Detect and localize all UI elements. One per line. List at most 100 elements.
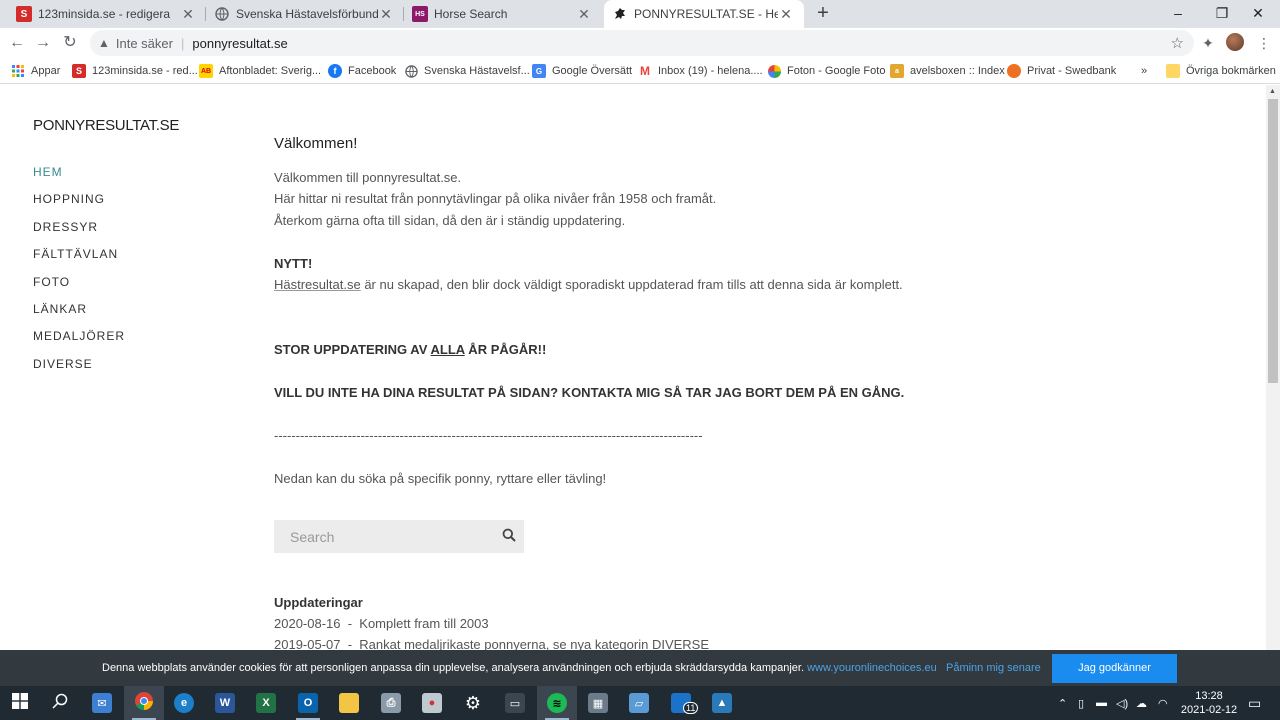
folder-icon: [1166, 64, 1180, 78]
bookmark-star-icon[interactable]: ☆: [1171, 34, 1184, 52]
cloud-icon[interactable]: ☁: [1136, 686, 1147, 720]
bookmark-123minsida[interactable]: S 123minsida.se - red...: [72, 62, 198, 80]
app-icon: ▱: [629, 693, 649, 713]
taskbar-spotify[interactable]: ≋: [537, 686, 577, 720]
volume-icon[interactable]: ◁): [1116, 686, 1128, 720]
tray-chevron-up-icon[interactable]: ⌃: [1058, 686, 1067, 720]
battery-icon[interactable]: ▬: [1096, 686, 1107, 720]
bookmark-google-photos[interactable]: Foton - Google Foto: [767, 62, 885, 80]
close-tab-icon[interactable]: ✕: [180, 6, 196, 23]
spotify-icon: ≋: [547, 693, 567, 713]
hastresultat-link[interactable]: Hästresultat.se: [274, 277, 361, 292]
taskbar-file-explorer[interactable]: [329, 686, 369, 720]
scroll-up-arrow-icon[interactable]: ▲: [1269, 88, 1276, 95]
nav-item-foto[interactable]: FOTO: [33, 275, 125, 302]
nav-item-falttavlan[interactable]: FÄLTTÄVLAN: [33, 247, 125, 274]
bookmark-label: Facebook: [348, 65, 397, 77]
taskbar-calculator[interactable]: ▦: [578, 686, 618, 720]
address-bar[interactable]: ▲ Inte säker | ponnyresultat.se ☆: [90, 30, 1194, 56]
search-prompt: Nedan kan du söka på specifik ponny, ryt…: [274, 470, 607, 486]
bookmark-appar[interactable]: Appar: [11, 62, 60, 80]
tab-title: 123minsida.se - redigera: [38, 7, 171, 21]
printer-icon: ⎙: [381, 693, 401, 713]
photos-icon: [767, 64, 781, 78]
nav-item-hoppning[interactable]: HOPPNING: [33, 192, 125, 219]
paint-palette-icon: ●: [422, 693, 442, 713]
taskbar-search-button[interactable]: [40, 686, 80, 720]
tray-tablet-icon[interactable]: ▯: [1078, 686, 1084, 720]
site-logo[interactable]: PONNYRESULTAT.SE: [33, 117, 179, 134]
nav-item-diverse[interactable]: DIVERSE: [33, 357, 125, 384]
taskbar-mail-app[interactable]: 11: [661, 686, 701, 720]
avelsboxen-icon: a: [890, 64, 904, 78]
menu-kebab-icon[interactable]: ⋮: [1254, 33, 1274, 53]
warning-triangle-icon[interactable]: ▲: [98, 36, 110, 50]
back-arrow-icon[interactable]: ←: [6, 32, 28, 54]
accept-cookies-button[interactable]: Jag godkänner: [1052, 654, 1177, 683]
tab-horse-search[interactable]: HS Horse Search ✕: [404, 0, 602, 28]
bookmark-gmail[interactable]: M Inbox (19) - helena....: [638, 62, 763, 80]
wifi-icon[interactable]: ◠: [1158, 686, 1168, 720]
new-tab-button[interactable]: +: [812, 2, 834, 24]
notification-center-icon[interactable]: ▭: [1248, 686, 1261, 720]
bookmark-swedbank[interactable]: Privat - Swedbank: [1007, 62, 1116, 80]
search-input[interactable]: [274, 520, 484, 553]
taskbar-mail[interactable]: ✉: [82, 686, 122, 720]
close-tab-icon[interactable]: ✕: [378, 6, 394, 23]
close-window-button[interactable]: ✕: [1236, 0, 1280, 28]
youronlinechoices-link[interactable]: www.youronlinechoices.eu: [807, 662, 937, 674]
remind-later-button[interactable]: Påminn mig senare: [946, 662, 1041, 674]
bookmarks-overflow-button[interactable]: »: [1141, 62, 1147, 80]
taskbar-app2[interactable]: ▱: [619, 686, 659, 720]
profile-avatar[interactable]: [1226, 33, 1244, 51]
forward-arrow-icon[interactable]: →: [32, 32, 54, 54]
tab-svenska-hastavel[interactable]: Svenska Hästavelsförbundets web ✕: [206, 0, 404, 28]
bookmark-facebook[interactable]: f Facebook: [328, 62, 396, 80]
tab-123minsida[interactable]: S 123minsida.se - redigera ✕: [8, 0, 206, 28]
clock-time: 13:28: [1195, 690, 1223, 702]
taskbar-word[interactable]: W: [205, 686, 245, 720]
url-text[interactable]: ponnyresultat.se: [192, 36, 287, 51]
start-button[interactable]: [0, 686, 40, 720]
news-heading: NYTT!: [274, 255, 313, 271]
taskbar-excel[interactable]: X: [246, 686, 286, 720]
nav-item-medaljorer[interactable]: MEDALJÖRER: [33, 329, 125, 356]
close-tab-icon[interactable]: ✕: [778, 6, 794, 23]
close-tab-icon[interactable]: ✕: [576, 6, 592, 23]
reload-icon[interactable]: ↻: [59, 32, 81, 54]
taskbar-clock[interactable]: 13:28 2021-02-12: [1178, 689, 1240, 717]
search-icon[interactable]: [502, 528, 518, 544]
intro-line: Välkommen till ponnyresultat.se.: [274, 169, 462, 185]
bookmark-google-translate[interactable]: G Google Översätt: [532, 62, 632, 80]
list-item: 2019-05-07 - Rankat medaljrikaste ponnye…: [274, 637, 710, 650]
extensions-puzzle-icon[interactable]: ✦: [1198, 33, 1218, 53]
scrollbar-thumb[interactable]: [1268, 99, 1278, 383]
nav-item-hem[interactable]: HEM: [33, 165, 125, 192]
taskbar-paint[interactable]: ●: [412, 686, 452, 720]
taskbar-settings[interactable]: ⚙: [453, 686, 493, 720]
nav-item-lankar[interactable]: LÄNKAR: [33, 302, 125, 329]
taskbar-app[interactable]: ▭: [495, 686, 535, 720]
page-scrollbar[interactable]: ▲: [1266, 85, 1280, 685]
big-update-link[interactable]: ALLA: [431, 342, 465, 357]
bookmark-avelsboxen[interactable]: a avelsboxen :: Index: [890, 62, 1005, 80]
intro-line: Återkom gärna ofta till sidan, då den är…: [274, 212, 626, 228]
bookmark-other-folder[interactable]: Övriga bokmärken: [1166, 62, 1276, 80]
minimize-button[interactable]: –: [1156, 0, 1200, 28]
tab-ponnyresultat[interactable]: PONNYRESULTAT.SE - Hem ✕: [604, 0, 804, 28]
horse-icon: [612, 6, 628, 22]
bookmark-svenska-hastavel[interactable]: Svenska Hästavelsf...: [404, 62, 530, 80]
bookmark-aftonbladet[interactable]: AB Aftonbladet: Sverig...: [199, 62, 321, 80]
nav-item-dressyr[interactable]: DRESSYR: [33, 220, 125, 247]
taskbar-photos[interactable]: ▲: [702, 686, 742, 720]
taskbar-chrome[interactable]: [124, 686, 164, 720]
security-label[interactable]: Inte säker: [116, 36, 173, 51]
taskbar-edge[interactable]: e: [164, 686, 204, 720]
tab-title: Horse Search: [434, 7, 508, 21]
list-item: 2020-08-16 - Komplett fram till 2003: [274, 616, 489, 631]
taskbar-printer[interactable]: ⎙: [371, 686, 411, 720]
taskbar-outlook[interactable]: O: [288, 686, 328, 720]
